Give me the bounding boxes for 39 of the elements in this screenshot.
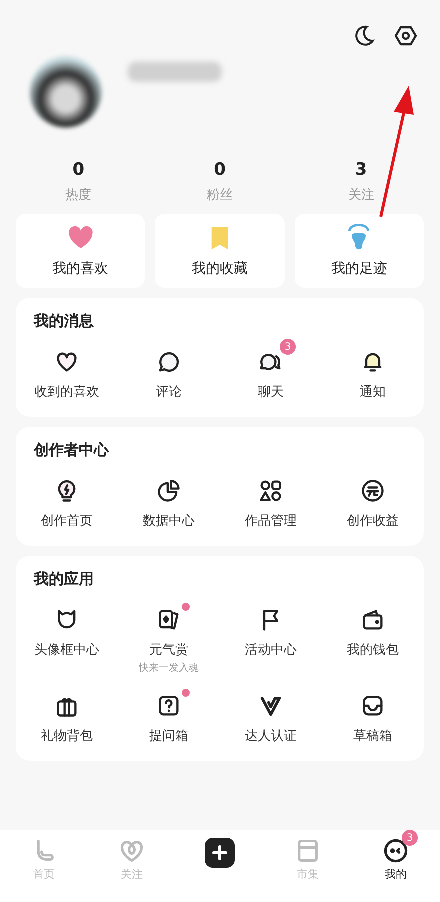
- menu-item[interactable]: 创作首页: [16, 470, 118, 536]
- nav-tab[interactable]: 我的 3: [352, 830, 440, 885]
- menu-item[interactable]: 提问箱: [118, 685, 220, 751]
- menu-item[interactable]: 作品管理: [220, 470, 322, 536]
- menu-item[interactable]: 评论: [118, 341, 220, 407]
- shortcut-card[interactable]: 我的收藏: [155, 214, 285, 288]
- menu-item[interactable]: 草稿箱: [322, 685, 424, 751]
- menu-item[interactable]: 活动中心: [220, 599, 322, 681]
- count-badge: 3: [280, 339, 296, 355]
- menu-item[interactable]: 礼物背包: [16, 685, 118, 751]
- plus-icon: [205, 838, 235, 868]
- item-caption: 快来一发入魂: [139, 662, 199, 675]
- menu-item[interactable]: 达人认证: [220, 685, 322, 751]
- shop-icon: [295, 838, 321, 864]
- menu-item[interactable]: 我的钱包: [322, 599, 424, 681]
- heart-ring-icon: [119, 838, 145, 864]
- settings-icon: [394, 24, 418, 48]
- yuan-coin-icon: [360, 478, 386, 504]
- section-title: 我的消息: [32, 312, 95, 331]
- section-title: 我的应用: [32, 570, 95, 589]
- shapes-icon: [258, 478, 284, 504]
- pie-chart-icon: [156, 478, 182, 504]
- count-badge: 3: [402, 830, 418, 846]
- section-title: 创作者中心: [32, 441, 110, 460]
- shortcut-card[interactable]: 我的喜欢: [16, 214, 146, 288]
- menu-item[interactable]: 元气赏 快来一发入魂: [118, 599, 220, 681]
- menu-item[interactable]: 收到的喜欢: [16, 341, 118, 407]
- face-icon: [383, 838, 409, 864]
- stat-value: 0: [72, 160, 85, 180]
- avatar[interactable]: [30, 56, 102, 128]
- shortcut-card[interactable]: 我的足迹: [294, 214, 424, 288]
- stat-value: 0: [214, 160, 226, 180]
- menu-item[interactable]: 头像框中心: [16, 599, 118, 681]
- settings-button[interactable]: [394, 24, 418, 48]
- menu-item[interactable]: 数据中心: [118, 470, 220, 536]
- stat-value: 3: [355, 160, 368, 180]
- menu-item[interactable]: 创作收益: [322, 470, 424, 536]
- menu-item[interactable]: 3 聊天: [220, 341, 322, 407]
- menu-item[interactable]: 通知: [322, 341, 424, 407]
